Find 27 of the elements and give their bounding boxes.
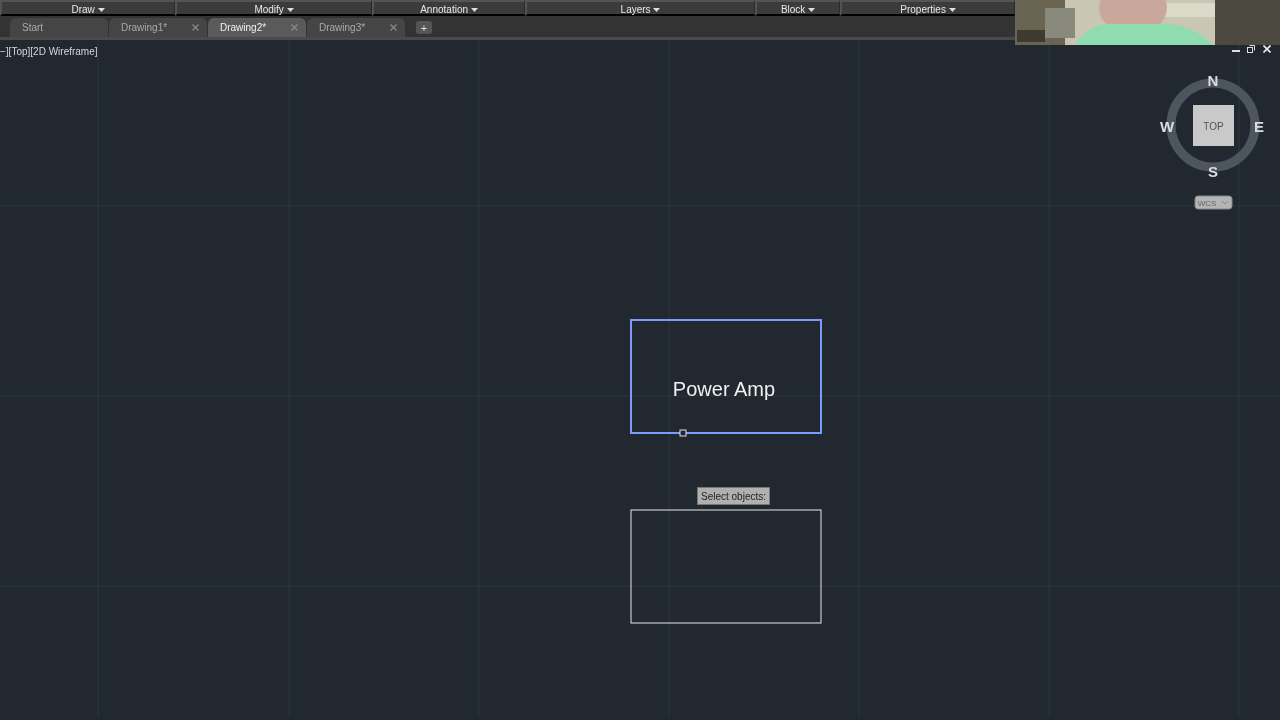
ribbon-panel-button[interactable]: Layers	[525, 0, 755, 16]
caret-icon	[808, 7, 816, 13]
ribbon-panel-button[interactable]: Annotation	[372, 0, 525, 16]
ribbon-panel-button[interactable]: Properties	[840, 0, 1015, 16]
document-tab[interactable]: Drawing1*	[109, 18, 207, 37]
caret-icon	[286, 7, 294, 13]
ribbon-panel-button[interactable]: Draw	[0, 0, 175, 16]
compass-east-label[interactable]: E	[1254, 117, 1264, 135]
compass-south-label[interactable]: S	[1208, 162, 1218, 180]
caret-icon	[653, 7, 661, 13]
block-label: Power Amp	[672, 378, 776, 400]
caret-icon	[470, 7, 478, 13]
restore-icon[interactable]	[1247, 45, 1255, 53]
new-tab-button[interactable]: +	[416, 21, 432, 34]
grip-handle[interactable]	[679, 429, 687, 437]
ribbon-panel-button[interactable]: Block	[755, 0, 840, 16]
caret-icon	[948, 7, 956, 13]
document-tab[interactable]: Drawing3*	[307, 18, 405, 37]
document-tab[interactable]: Drawing2*	[208, 18, 306, 37]
document-tab[interactable]: Start	[10, 18, 108, 37]
command-tooltip: Select objects:	[697, 487, 770, 505]
viewcube-top-label[interactable]: TOP	[1203, 120, 1224, 132]
compass-west-label[interactable]: W	[1159, 117, 1175, 135]
caret-icon	[97, 7, 105, 13]
ribbon-panel-button[interactable]: Modify	[175, 0, 372, 16]
compass-north-label[interactable]: N	[1207, 71, 1219, 89]
viewport-controls-label[interactable]: −][Top][2D Wireframe]	[0, 44, 98, 59]
